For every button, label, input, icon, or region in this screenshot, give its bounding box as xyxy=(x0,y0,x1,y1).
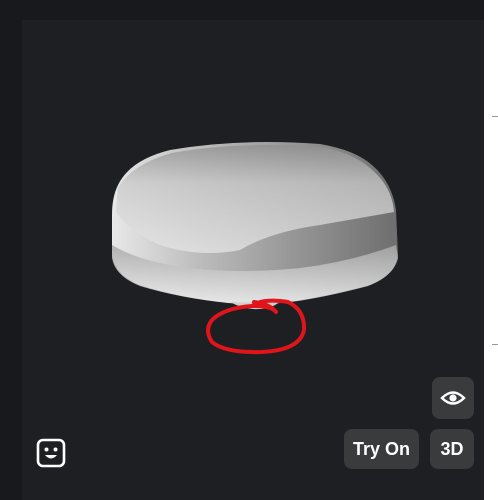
item-3d-viewer[interactable]: Try On 3D xyxy=(0,0,498,500)
eye-icon xyxy=(440,391,466,405)
hat-3d-model[interactable] xyxy=(0,0,498,500)
smiley-face-icon[interactable] xyxy=(36,438,66,468)
right-border xyxy=(484,0,498,500)
3d-label: 3D xyxy=(440,438,464,459)
try-on-label: Try On xyxy=(352,438,410,459)
edge-tick xyxy=(492,344,498,345)
view-toggle-button[interactable] xyxy=(432,377,474,419)
3d-button[interactable]: 3D xyxy=(430,429,474,469)
edge-tick xyxy=(492,116,498,117)
try-on-button[interactable]: Try On xyxy=(344,429,419,469)
